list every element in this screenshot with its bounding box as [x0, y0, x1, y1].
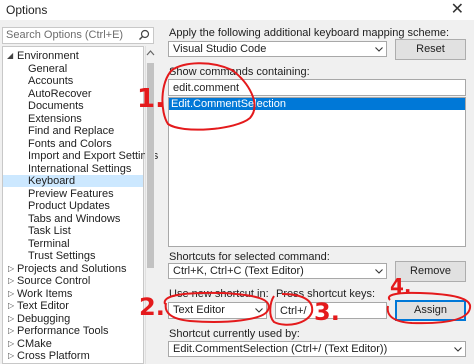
- annotation-step-2: 2.: [139, 293, 165, 321]
- collapsed-arrow-icon[interactable]: ▷: [8, 350, 14, 362]
- options-tree: ◢ Environment General Accounts AutoRecov…: [2, 46, 158, 364]
- tree-item-terminal[interactable]: Terminal: [28, 238, 70, 250]
- tree-item-fonts-and-colors[interactable]: Fonts and Colors: [28, 138, 112, 150]
- collapsed-arrow-icon[interactable]: ▷: [8, 338, 14, 350]
- command-filter-input[interactable]: edit.comment: [168, 79, 466, 96]
- window-title: Options: [6, 3, 48, 17]
- tree-item-accounts[interactable]: Accounts: [28, 75, 73, 87]
- mapping-scheme-value: Visual Studio Code: [173, 43, 267, 55]
- chevron-down-icon: [371, 42, 386, 56]
- use-shortcut-in-label: Use new shortcut in:: [169, 288, 269, 300]
- annotation-step-1: 1.: [137, 84, 165, 114]
- show-commands-label: Show commands containing:: [169, 66, 310, 78]
- tree-item-debugging[interactable]: Debugging: [17, 313, 70, 325]
- shortcuts-for-command-label: Shortcuts for selected command:: [169, 251, 330, 263]
- tree-item-environment[interactable]: Environment: [17, 50, 79, 62]
- currently-used-value: Edit.CommentSelection (Ctrl+/ (Text Edit…: [173, 343, 388, 355]
- collapsed-arrow-icon[interactable]: ▷: [8, 313, 14, 325]
- chevron-down-icon: [251, 303, 266, 318]
- tree-item-performance-tools[interactable]: Performance Tools: [17, 325, 109, 337]
- mapping-scheme-select[interactable]: Visual Studio Code: [168, 41, 387, 57]
- tree-item-product-updates[interactable]: Product Updates: [28, 200, 110, 212]
- tree-item-source-control[interactable]: Source Control: [17, 275, 90, 287]
- tree-item-text-editor[interactable]: Text Editor: [17, 300, 69, 312]
- chevron-down-icon: [450, 342, 465, 356]
- search-icon[interactable]: [138, 29, 150, 41]
- tree-item-general[interactable]: General: [28, 63, 67, 75]
- tree-item-cmake[interactable]: CMake: [17, 338, 52, 350]
- tree-item-find-and-replace[interactable]: Find and Replace: [28, 125, 114, 137]
- tree-item-projects-and-solutions[interactable]: Projects and Solutions: [17, 263, 126, 275]
- currently-used-select[interactable]: Edit.CommentSelection (Ctrl+/ (Text Edit…: [168, 341, 466, 357]
- options-search-input[interactable]: Search Options (Ctrl+E): [2, 27, 154, 44]
- mapping-scheme-label: Apply the following additional keyboard …: [169, 27, 450, 39]
- reset-button[interactable]: Reset: [395, 39, 466, 60]
- tree-item-preview-features[interactable]: Preview Features: [28, 188, 114, 200]
- collapsed-arrow-icon[interactable]: ▷: [8, 275, 14, 287]
- collapsed-arrow-icon[interactable]: ▷: [8, 300, 14, 312]
- shortcut-scope-value: Text Editor: [173, 304, 225, 316]
- close-icon[interactable]: ✕: [451, 0, 464, 19]
- annotation-step-4: 4.: [390, 274, 412, 298]
- assign-button[interactable]: Assign: [395, 300, 466, 321]
- tree-item-extensions[interactable]: Extensions: [28, 113, 82, 125]
- tree-item-autorecover[interactable]: AutoRecover: [28, 88, 92, 100]
- collapsed-arrow-icon[interactable]: ▷: [8, 288, 14, 300]
- tree-item-tabs-and-windows[interactable]: Tabs and Windows: [28, 213, 120, 225]
- currently-used-label: Shortcut currently used by:: [169, 328, 300, 340]
- existing-shortcut-value: Ctrl+K, Ctrl+C (Text Editor): [173, 265, 304, 277]
- existing-shortcuts-select[interactable]: Ctrl+K, Ctrl+C (Text Editor): [168, 263, 387, 279]
- tree-item-cross-platform[interactable]: Cross Platform: [17, 350, 90, 362]
- expanded-arrow-icon[interactable]: ◢: [7, 50, 13, 62]
- collapsed-arrow-icon[interactable]: ▷: [8, 263, 14, 275]
- shortcut-scope-select[interactable]: Text Editor: [168, 302, 267, 319]
- tree-item-work-items[interactable]: Work Items: [17, 288, 72, 300]
- title-bar: [0, 0, 474, 20]
- chevron-down-icon: [371, 264, 386, 278]
- tree-item-international[interactable]: International Settings: [28, 163, 131, 175]
- command-results-list[interactable]: Edit.CommentSelection: [168, 97, 466, 247]
- tree-item-documents[interactable]: Documents: [28, 100, 84, 112]
- tree-item-keyboard[interactable]: Keyboard: [3, 175, 143, 187]
- tree-item-trust-settings[interactable]: Trust Settings: [28, 250, 95, 262]
- tree-item-import-export[interactable]: Import and Export Settings: [28, 150, 158, 162]
- command-result-item[interactable]: Edit.CommentSelection: [169, 98, 465, 110]
- tree-item-task-list[interactable]: Task List: [28, 225, 71, 237]
- annotation-step-3: 3.: [314, 298, 340, 326]
- collapsed-arrow-icon[interactable]: ▷: [8, 325, 14, 337]
- scroll-up-icon[interactable]: [146, 49, 155, 57]
